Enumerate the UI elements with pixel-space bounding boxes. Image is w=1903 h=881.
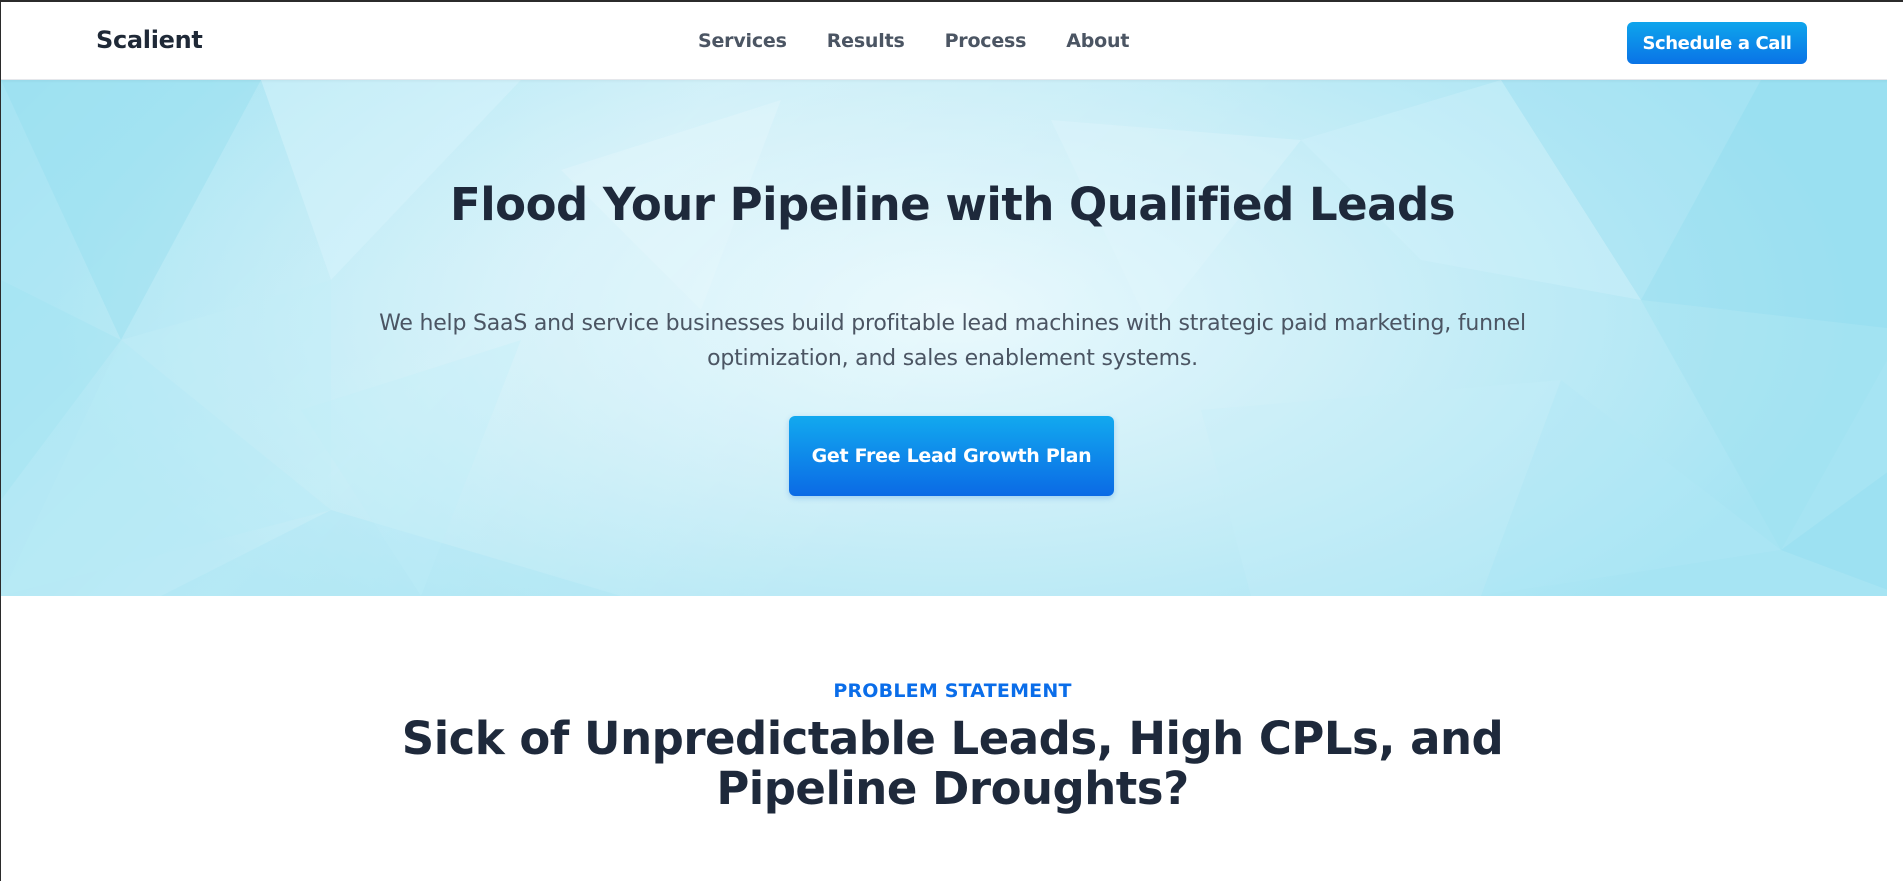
site-header: Scalient Services Results Process About …	[1, 2, 1903, 80]
hero-title: Flood Your Pipeline with Qualified Leads	[449, 178, 1456, 231]
nav-item-about[interactable]: About	[1066, 30, 1129, 52]
problem-section: PROBLEM STATEMENT Sick of Unpredictable …	[1, 596, 1903, 881]
nav-item-results[interactable]: Results	[827, 30, 905, 52]
problem-title: Sick of Unpredictable Leads, High CPLs, …	[401, 712, 1504, 815]
vertical-scrollbar[interactable]	[1887, 2, 1903, 881]
browser-window: Scalient Services Results Process About …	[0, 0, 1903, 881]
section-eyebrow: PROBLEM STATEMENT	[833, 680, 1072, 702]
page-viewport: Scalient Services Results Process About …	[1, 2, 1903, 881]
schedule-call-button[interactable]: Schedule a Call	[1627, 22, 1807, 64]
get-growth-plan-button[interactable]: Get Free Lead Growth Plan	[789, 416, 1114, 496]
main-nav: Services Results Process About	[698, 30, 1129, 52]
hero-section: Flood Your Pipeline with Qualified Leads…	[1, 80, 1903, 596]
hero-subtitle: We help SaaS and service businesses buil…	[379, 311, 1526, 371]
nav-item-services[interactable]: Services	[698, 30, 787, 52]
site-logo[interactable]: Scalient	[96, 26, 203, 54]
nav-item-process[interactable]: Process	[945, 30, 1027, 52]
